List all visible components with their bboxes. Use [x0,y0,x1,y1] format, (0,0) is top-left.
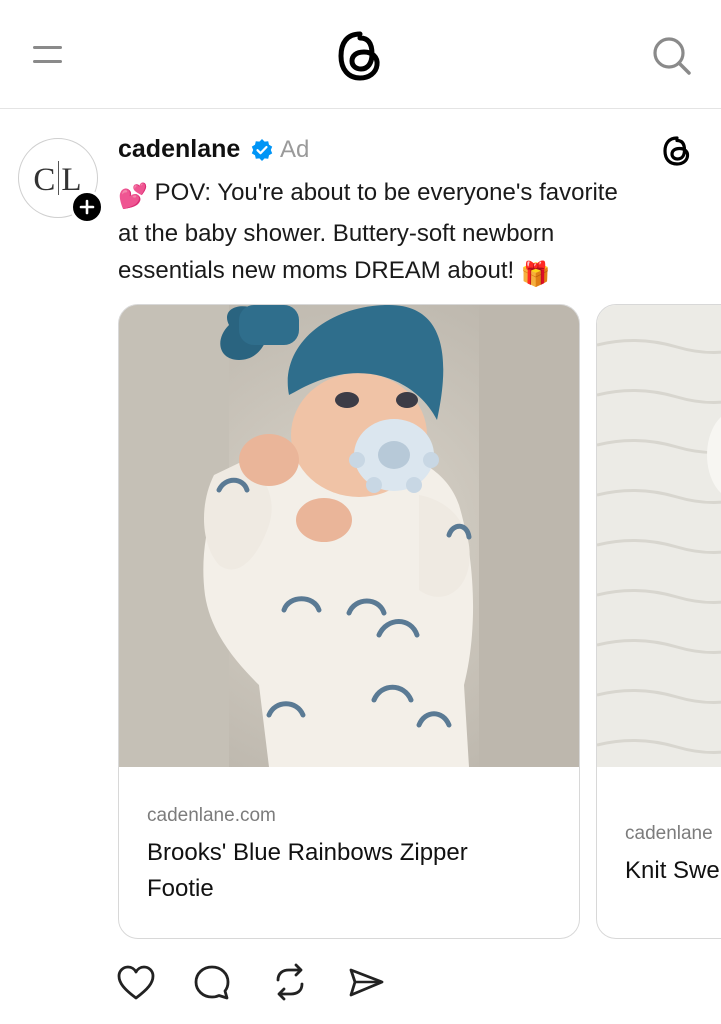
search-icon[interactable] [648,32,694,78]
verified-badge-icon [251,139,273,161]
product-card[interactable]: cadenlane.com Brooks' Blue Rainbows Zipp… [118,304,580,939]
follow-plus-button[interactable] [70,190,104,224]
threads-logo-icon[interactable] [336,30,384,82]
threads-small-icon[interactable] [662,135,692,167]
card-title[interactable]: Brooks' Blue Rainbows Zipper Footie [147,835,557,907]
gift-emoji: 🎁 [520,261,551,288]
post-caption: 💕 POV: You're about to be everyone's fav… [118,174,688,293]
comment-icon[interactable] [192,962,232,1006]
ad-label: Ad [280,136,310,163]
send-icon[interactable] [346,962,386,1006]
hearts-emoji: 💕 [118,183,148,210]
post-actions [0,962,721,1008]
card-domain: cadenlane.com [147,805,276,826]
top-bar [0,0,721,109]
product-image [119,305,579,767]
product-image [597,305,721,767]
plus-icon [79,199,95,215]
product-card[interactable]: cadenlane Knit Swe [596,304,721,939]
heart-icon[interactable] [116,962,156,1006]
repost-icon[interactable] [270,962,310,1006]
username[interactable]: cadenlane [118,135,240,164]
hamburger-menu-icon[interactable] [28,38,68,74]
card-domain: cadenlane [625,823,713,844]
card-title[interactable]: Knit Swe [625,853,720,889]
